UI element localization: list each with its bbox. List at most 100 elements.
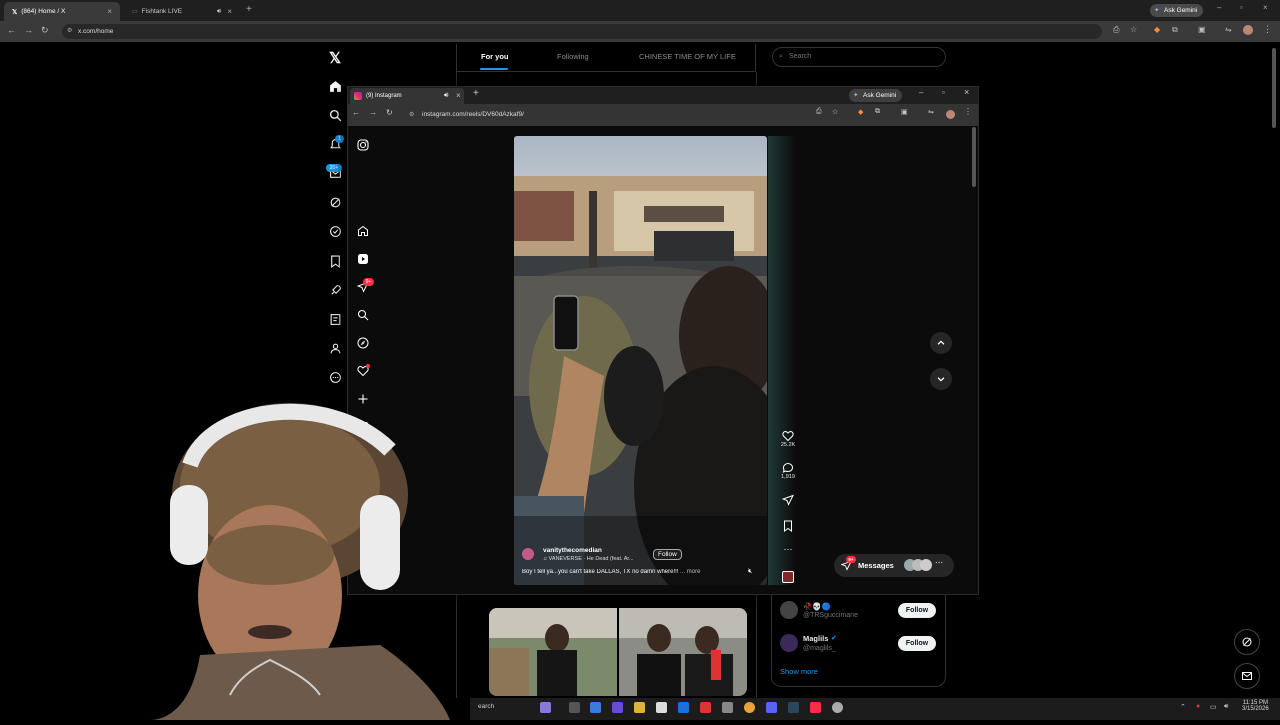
x-logo-icon[interactable]: 𝕏 [329,49,341,67]
more-options-icon[interactable]: ⋯ [778,544,798,555]
browser-menu-icon[interactable]: ⋮ [1263,24,1272,35]
app-red-icon[interactable] [700,702,711,713]
sidepanel-icon[interactable]: ▣ [1198,25,1206,34]
install-icon[interactable]: ⎙ [816,108,822,116]
tab-for-you[interactable]: For you [481,52,509,61]
follow-button[interactable]: Follow [898,636,936,651]
page-scrollbar[interactable] [1272,48,1276,128]
browser-menu-icon[interactable]: ⋮ [964,107,972,116]
caption-more-link[interactable]: ... more [680,569,700,575]
avatar[interactable] [780,634,798,652]
task-view-icon[interactable] [540,702,551,713]
tray-mic-icon[interactable]: ● [1196,703,1200,710]
profile-avatar[interactable] [1243,25,1253,35]
extension-brave-icon[interactable]: ◆ [858,108,863,116]
new-tab-button[interactable]: + [246,4,252,15]
creator-avatar[interactable] [522,548,534,560]
ask-gemini-button[interactable]: ✦ Ask Gemini [849,89,903,102]
back-button[interactable]: ← [352,108,360,117]
minimize-button[interactable]: – [919,88,923,97]
rocket-icon[interactable] [329,284,342,297]
messages-pill[interactable]: 9+ Messages ⋯ [834,554,954,577]
grok-fab[interactable] [1234,629,1260,655]
discord-icon[interactable] [766,702,777,713]
file-explorer-icon[interactable] [634,702,645,713]
extensions-icon[interactable]: ⧉ [875,108,880,116]
tray-volume-icon[interactable]: 🔊︎ [1224,703,1228,711]
mute-icon[interactable]: 🔇︎ [748,568,752,576]
close-tab-icon[interactable]: × [456,88,461,104]
comment-action[interactable]: 1,919 [778,462,798,480]
ask-gemini-button[interactable]: ✦ Ask Gemini [1150,4,1204,17]
forward-button[interactable]: → [369,108,377,117]
grok-icon[interactable] [329,196,342,209]
bookmark-star-icon[interactable]: ☆ [1130,25,1137,34]
back-button[interactable]: ← [7,25,16,35]
maximize-button[interactable]: ▫ [1240,3,1243,12]
site-info-icon[interactable]: ⚙ [409,108,414,122]
obs-icon[interactable] [832,702,843,713]
tab-x-home[interactable]: 𝕏 (864) Home / X × [4,2,120,21]
ig-address-bar[interactable]: ⚙ instagram.com/reels/DV60dAzkaf9/ [404,108,814,122]
extensions-icon[interactable]: ⧉ [1172,25,1178,35]
reload-button[interactable]: ↻ [386,108,393,117]
reel-follow-button[interactable]: Follow [653,549,682,560]
account-name[interactable]: 🥀💀🔵 [803,602,831,611]
taskbar-search[interactable]: earch [478,703,494,710]
forward-button[interactable]: → [24,25,33,35]
close-tab-icon[interactable]: × [107,7,112,16]
copilot-icon[interactable] [590,702,601,713]
close-window-button[interactable]: × [1263,3,1268,12]
ig-home-icon[interactable] [357,225,369,237]
home-icon[interactable] [329,80,342,93]
speaker-icon[interactable]: 🔊︎ [217,8,221,16]
tab-following[interactable]: Following [557,52,589,61]
ig-explore-compass-icon[interactable] [357,337,369,349]
maximize-button[interactable]: ▫ [942,88,945,97]
tab-instagram[interactable]: (9) Instagram 🔊︎ × [350,88,464,104]
articles-icon[interactable] [329,313,342,326]
translate-icon[interactable]: ⇋ [1225,25,1232,34]
messages-fab[interactable] [1234,663,1260,689]
show-more-link[interactable]: Show more [780,667,818,676]
avatar[interactable] [780,601,798,619]
profile-icon[interactable] [329,342,342,355]
post-image-left[interactable] [489,608,617,696]
profile-avatar[interactable] [946,110,955,119]
reel-video[interactable]: vanitythecomedian ♫ VANEVERSE · He Dead … [514,136,767,585]
minimize-button[interactable]: – [1217,3,1221,12]
post-image-right[interactable] [619,608,747,696]
explore-search-icon[interactable] [329,109,342,122]
bookmarks-icon[interactable] [330,255,341,268]
follow-button[interactable]: Follow [898,603,936,618]
steam-icon[interactable] [788,702,799,713]
instagram-logo-icon[interactable] [357,139,369,151]
tray-chevron-up-icon[interactable]: ⌃ [1180,703,1186,711]
taskbar-clock[interactable]: 11:15 PM 3/15/2026 [1242,700,1269,712]
bookmark-star-icon[interactable]: ☆ [832,108,838,116]
tab-chinese-time[interactable]: CHINESE TIME OF MY LIFE [639,52,736,61]
tab-fishtank[interactable]: ▭ Fishtank LIVE 🔊︎ × [124,2,240,21]
mail-app-icon[interactable] [678,702,689,713]
teams-icon[interactable] [612,702,623,713]
extension-brave-icon[interactable]: ◆ [1154,25,1160,34]
outer-address-bar[interactable]: ⚙ x.com/home [62,24,1102,39]
save-action[interactable] [778,520,798,532]
store-icon[interactable] [656,702,667,713]
ig-scrollbar[interactable] [972,127,976,187]
translate-icon[interactable]: ⇋ [928,108,934,116]
like-action[interactable]: 25.2K [778,430,798,448]
share-action[interactable] [778,494,798,506]
more-circle-icon[interactable] [329,371,342,384]
speaker-icon[interactable]: 🔊︎ [444,88,448,104]
x-search-input[interactable]: ⌕ Search [772,47,946,67]
creator-username[interactable]: vanitythecomedian [543,547,602,554]
widgets-icon[interactable] [569,702,580,713]
next-reel-button[interactable] [930,368,952,390]
audio-track[interactable]: ♫ VANEVERSE · He Dead (feat. Ar... [543,556,634,562]
tray-network-icon[interactable]: ▭ [1210,703,1217,711]
site-info-icon[interactable]: ⚙ [67,24,72,39]
account-name[interactable]: Maglils [803,634,828,643]
ig-reels-icon[interactable] [357,253,369,265]
settings-gear-icon[interactable] [722,702,733,713]
